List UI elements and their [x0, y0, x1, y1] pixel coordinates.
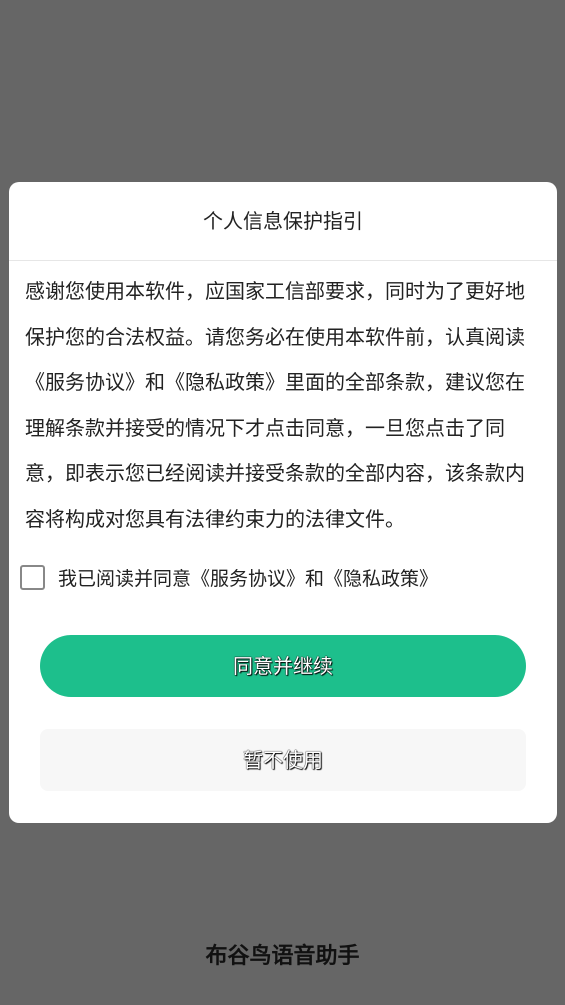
- dialog-body-text: 感谢您使用本软件，应国家工信部要求，同时为了更好地保护您的合法权益。请您务必在使…: [25, 279, 525, 531]
- app-name: 布谷鸟语音助手: [205, 944, 360, 969]
- privacy-dialog: 个人信息保护指引 感谢您使用本软件，应国家工信部要求，同时为了更好地保护您的合法…: [9, 182, 557, 823]
- consent-label[interactable]: 我已阅读并同意《服务协议》和《隐私政策》: [58, 564, 438, 591]
- dialog-title: 个人信息保护指引: [9, 182, 557, 261]
- consent-checkbox[interactable]: [20, 564, 45, 590]
- agree-continue-button[interactable]: 同意并继续: [40, 635, 526, 697]
- app-screen: 个人信息保护指引 感谢您使用本软件，应国家工信部要求，同时为了更好地保护您的合法…: [0, 0, 565, 1005]
- decline-button[interactable]: 暂不使用: [40, 729, 526, 791]
- consent-row[interactable]: 我已阅读并同意《服务协议》和《隐私政策》: [20, 562, 546, 592]
